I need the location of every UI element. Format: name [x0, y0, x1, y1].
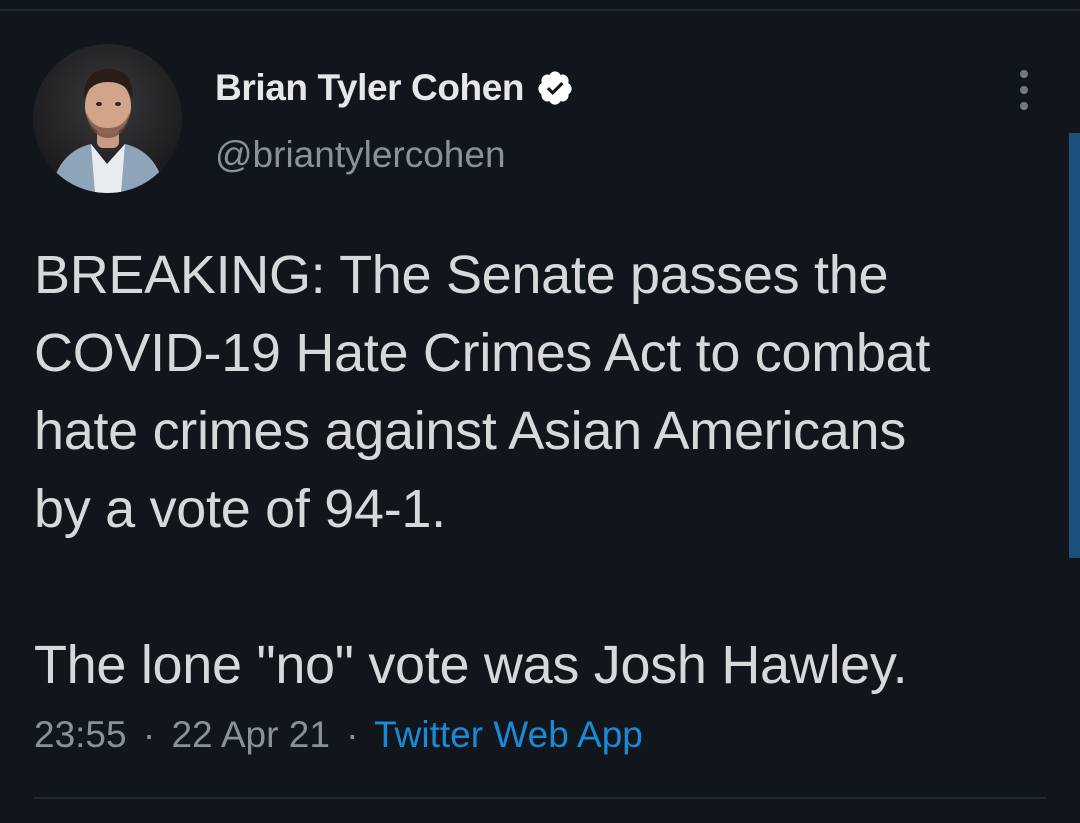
- author-handle[interactable]: @briantylercohen: [215, 134, 506, 176]
- tweet-text-line: hate crimes against Asian Americans: [34, 401, 906, 461]
- tweet-text: BREAKING: The Senate passes the COVID-19…: [34, 236, 1054, 704]
- tweet-time[interactable]: 23:55: [34, 714, 127, 755]
- profile-photo: [33, 44, 182, 193]
- tweet-text-line: COVID-19 Hate Crimes Act to combat: [34, 323, 931, 383]
- meta-separator: ·: [346, 714, 359, 755]
- avatar[interactable]: [33, 44, 182, 193]
- tweet-date[interactable]: 22 Apr 21: [171, 714, 329, 755]
- more-vertical-icon: [1020, 102, 1028, 110]
- tweet-text-line: The lone "no" vote was Josh Hawley.: [34, 635, 908, 695]
- scrollbar-thumb[interactable]: [1069, 133, 1080, 558]
- author-name[interactable]: Brian Tyler Cohen: [215, 67, 525, 109]
- bottom-divider: [34, 797, 1046, 799]
- more-vertical-icon: [1020, 86, 1028, 94]
- more-vertical-icon: [1020, 70, 1028, 78]
- top-divider: [0, 9, 1080, 11]
- tweet-text-line: by a vote of 94-1.: [34, 479, 446, 539]
- tweet-source-link[interactable]: Twitter Web App: [374, 714, 643, 755]
- verified-badge-icon: [536, 69, 574, 107]
- more-options-button[interactable]: [1006, 70, 1042, 110]
- tweet-text-line: BREAKING: The Senate passes the: [34, 245, 889, 305]
- author-row[interactable]: Brian Tyler Cohen: [215, 66, 574, 110]
- meta-separator: ·: [142, 714, 156, 755]
- tweet-meta: 23:55 · 22 Apr 21 · Twitter Web App: [34, 714, 643, 756]
